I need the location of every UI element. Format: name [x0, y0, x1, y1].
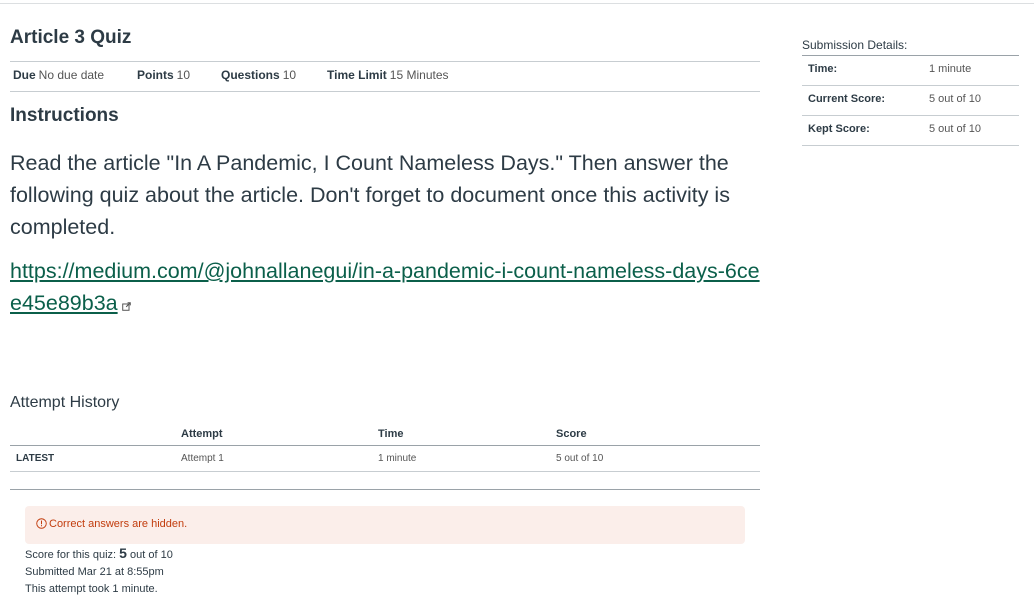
time-limit-meta: Time Limit 15 Minutes [327, 62, 449, 89]
points-meta: Points 10 [137, 62, 190, 89]
submission-label: Kept Score: [808, 123, 870, 135]
column-header-attempt: Attempt [181, 428, 223, 440]
column-header-score: Score [556, 428, 587, 440]
points-value: 10 [176, 68, 191, 82]
latest-tag: LATEST [16, 453, 55, 464]
submission-value: 5 out of 10 [929, 93, 981, 105]
due-meta: Due No due date [13, 62, 104, 89]
score-prefix: Score for this quiz: [25, 549, 120, 561]
attempt-score: 5 out of 10 [556, 453, 604, 464]
score-line: Score for this quiz: 5 out of 10 [25, 545, 173, 564]
score-value: 5 [119, 545, 127, 561]
submission-row-time: Time: 1 minute [802, 56, 1019, 86]
quiz-title: Article 3 Quiz [10, 27, 132, 48]
instructions-heading: Instructions [10, 105, 119, 126]
answers-hidden-banner: Correct answers are hidden. [25, 506, 745, 544]
top-divider [0, 3, 1034, 4]
submission-value: 5 out of 10 [929, 123, 981, 135]
submission-label: Current Score: [808, 93, 886, 105]
submission-value: 1 minute [929, 63, 972, 75]
submission-details-panel: Submission Details: Time: 1 minute Curre… [802, 35, 1019, 146]
article-link-block: https://medium.com/@johnallanegui/in-a-p… [10, 255, 770, 320]
warning-circle-icon [36, 518, 47, 532]
questions-value: 10 [282, 68, 297, 82]
attempt-link[interactable]: Attempt 1 [181, 446, 224, 471]
external-link-icon [121, 288, 131, 320]
score-suffix: out of 10 [126, 549, 173, 561]
points-label: Points [137, 68, 174, 82]
submission-details-title: Submission Details: [802, 35, 1019, 56]
submission-label: Time: [808, 63, 838, 75]
table-row: LATEST Attempt 1 1 minute 5 out of 10 [10, 446, 760, 472]
attempt-history-table: Attempt Time Score LATEST Attempt 1 1 mi… [10, 421, 760, 472]
due-value: No due date [38, 68, 105, 82]
submission-row-current-score: Current Score: 5 out of 10 [802, 86, 1019, 116]
submitted-line: Submitted Mar 21 at 8:55pm [25, 566, 164, 578]
instructions-text: Read the article "In A Pandemic, I Count… [10, 151, 730, 239]
due-label: Due [13, 68, 36, 82]
questions-meta: Questions 10 [221, 62, 296, 89]
table-header-row: Attempt Time Score [10, 421, 760, 446]
questions-label: Questions [221, 68, 280, 82]
column-header-time: Time [378, 428, 404, 440]
time-limit-label: Time Limit [327, 68, 387, 82]
quiz-meta-row: Due No due date Points 10 Questions 10 Time… [10, 61, 760, 92]
answers-hidden-text: Correct answers are hidden. [49, 518, 188, 530]
duration-line: This attempt took 1 minute. [25, 583, 158, 595]
submission-row-kept-score: Kept Score: 5 out of 10 [802, 116, 1019, 146]
section-divider [10, 489, 760, 490]
attempt-history-title: Attempt History [10, 394, 120, 411]
quiz-result-summary: Score for this quiz: 5 out of 10 Submitt… [25, 545, 173, 598]
attempt-time: 1 minute [378, 453, 417, 464]
time-limit-value: 15 Minutes [389, 68, 449, 82]
